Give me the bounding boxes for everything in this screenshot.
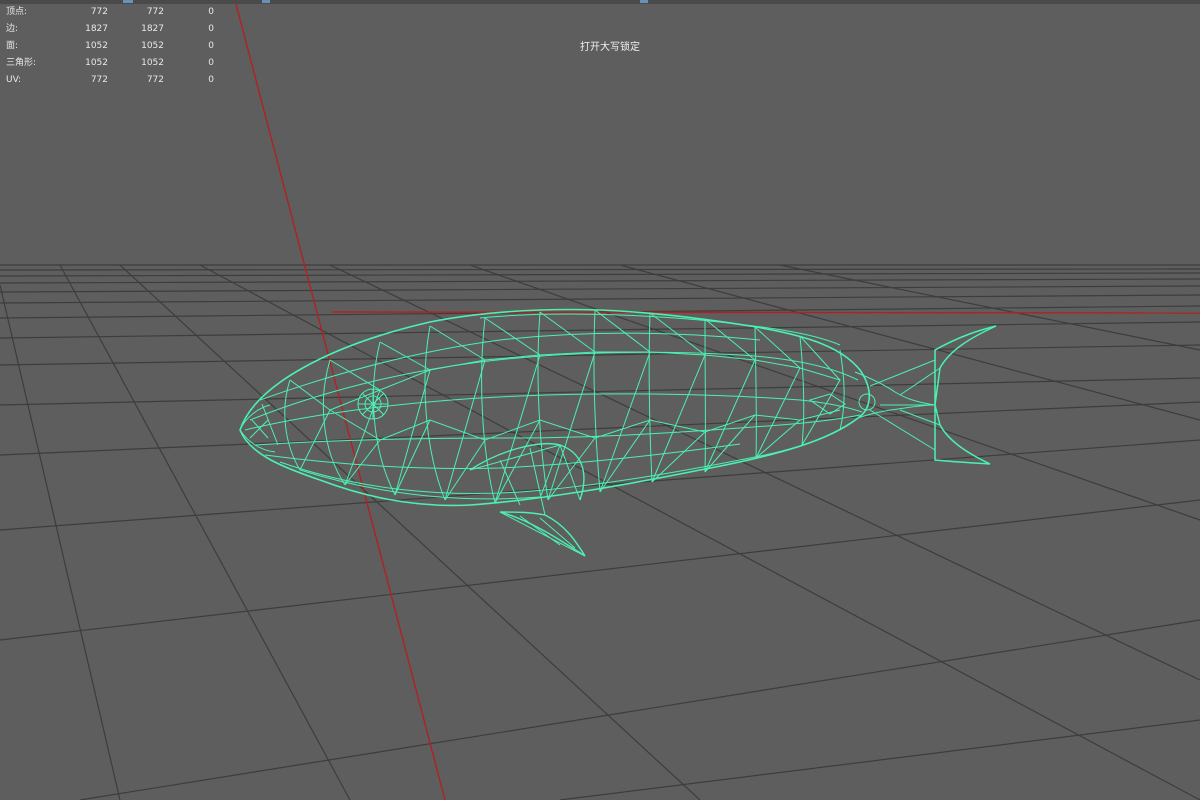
hud-value: 1052 bbox=[85, 41, 108, 51]
hud-value: 0 bbox=[208, 24, 214, 34]
caps-lock-notice: 打开大写锁定 bbox=[580, 42, 640, 53]
hud-label: UV: bbox=[6, 75, 22, 85]
hud-value: 1052 bbox=[141, 41, 164, 51]
hud-value: 772 bbox=[146, 75, 164, 85]
hud-label: 边: bbox=[6, 24, 19, 34]
hud-row-uvs: UV: 772 772 0 bbox=[6, 72, 226, 89]
hud-value: 1052 bbox=[141, 58, 164, 68]
hud-value: 1827 bbox=[141, 24, 164, 34]
hud-row-edges: 边: 1827 1827 0 bbox=[6, 21, 226, 38]
hud-row-faces: 面: 1052 1052 0 bbox=[6, 38, 226, 55]
hud-value: 0 bbox=[208, 75, 214, 85]
ground-grid bbox=[0, 264, 1200, 800]
hud-label: 三角形: bbox=[6, 58, 37, 68]
axis-x-line bbox=[331, 311, 1200, 314]
hud-label: 面: bbox=[6, 41, 19, 51]
hud-value: 0 bbox=[208, 41, 214, 51]
hud-value: 1827 bbox=[85, 24, 108, 34]
toolbar-chip bbox=[640, 0, 648, 3]
viewport-scene[interactable] bbox=[0, 0, 1200, 800]
toolbar-chip bbox=[262, 0, 270, 3]
toolbar-chip bbox=[123, 0, 133, 3]
hud-value: 772 bbox=[146, 7, 164, 17]
hud-value: 772 bbox=[90, 7, 108, 17]
axis-z-line bbox=[235, 3, 446, 800]
hud-row-triangles: 三角形: 1052 1052 0 bbox=[6, 55, 226, 72]
3d-viewport[interactable]: 顶点: 772 772 0 边: 1827 1827 0 面: 1052 105… bbox=[0, 0, 1200, 800]
hud-value: 772 bbox=[90, 75, 108, 85]
hud-value: 0 bbox=[208, 58, 214, 68]
poly-count-hud: 顶点: 772 772 0 边: 1827 1827 0 面: 1052 105… bbox=[6, 4, 226, 89]
hud-value: 0 bbox=[208, 7, 214, 17]
hud-value: 1052 bbox=[85, 58, 108, 68]
hud-label: 顶点: bbox=[6, 7, 28, 17]
hud-row-vertices: 顶点: 772 772 0 bbox=[6, 4, 226, 21]
